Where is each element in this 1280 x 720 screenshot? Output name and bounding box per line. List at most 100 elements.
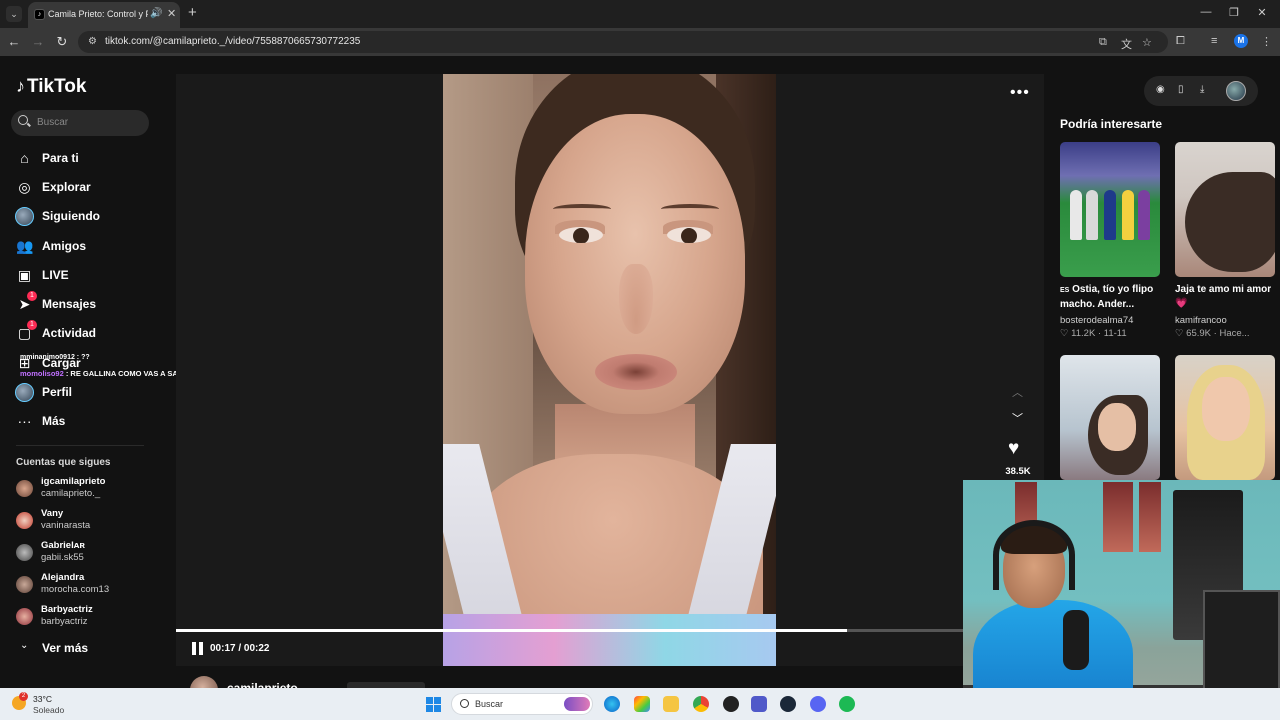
forward-icon[interactable]: → xyxy=(30,34,46,50)
author-name[interactable]: camilaprieto xyxy=(227,681,298,688)
edge-icon[interactable] xyxy=(604,696,620,712)
copilot-icon[interactable] xyxy=(634,696,650,712)
discord-icon[interactable] xyxy=(810,696,826,712)
new-tab-icon[interactable]: + xyxy=(188,4,197,21)
author-avatar[interactable] xyxy=(190,676,218,688)
following-account[interactable]: Vany vaninarasta xyxy=(16,508,166,534)
windows-start-icon[interactable] xyxy=(426,697,441,712)
weather-temp[interactable]: 33°C xyxy=(33,694,52,704)
thumbnail-username[interactable]: kamifrancoo xyxy=(1175,315,1227,326)
account-username: vaninarasta xyxy=(41,520,91,531)
reload-icon[interactable]: ↻ xyxy=(54,34,70,50)
video-player[interactable]: ••• ︿ ﹀ ♥ 38.5K 00:17 / 00:22 xyxy=(176,74,1044,666)
minimize-icon[interactable]: — xyxy=(1196,6,1216,18)
window-close-icon[interactable]: ✕ xyxy=(1252,6,1272,19)
video-person xyxy=(525,114,745,414)
back-icon[interactable]: ← xyxy=(6,34,22,50)
webcam-scene xyxy=(1063,610,1089,670)
pause-icon[interactable] xyxy=(192,642,204,655)
thumbnail-scene xyxy=(1138,190,1150,240)
browser-menu-icon[interactable]: ⋮ xyxy=(1261,35,1272,48)
phone-icon[interactable]: ▯ xyxy=(1178,84,1184,95)
thumbnail-username[interactable]: bosterodealma74 xyxy=(1060,315,1133,326)
avatar xyxy=(16,512,33,529)
obs-icon[interactable] xyxy=(723,696,739,712)
see-more-button[interactable]: ⌄ Ver más xyxy=(16,640,136,656)
nav-live[interactable]: ▣ LIVE xyxy=(16,265,156,287)
windows-taskbar: 2 33°C Soleado Buscar xyxy=(0,688,1280,720)
nav-mensajes[interactable]: ➤ 1 Mensajes xyxy=(16,291,156,316)
following-account[interactable]: Alejandra morocha.com13 xyxy=(16,572,166,598)
account-username: barbyactriz xyxy=(41,616,88,627)
more-options-icon[interactable]: ••• xyxy=(1010,84,1030,102)
recommendations-title: Podría interesarte xyxy=(1060,117,1163,131)
account-username: camilaprieto._ xyxy=(41,488,101,499)
video-progress-fill xyxy=(176,629,847,632)
nav-siguiendo[interactable]: Siguiendo xyxy=(15,206,156,228)
thumbnail-scene xyxy=(1185,172,1275,272)
nav-label: Para ti xyxy=(42,151,79,165)
user-avatar[interactable] xyxy=(1226,81,1246,101)
teams-icon[interactable] xyxy=(751,696,767,712)
chevron-up-icon[interactable]: ︿ xyxy=(1012,384,1023,400)
search-input[interactable]: Buscar xyxy=(11,110,149,136)
thumbnail-caption[interactable]: Jaja te amo mi amor 💗 xyxy=(1175,283,1280,311)
taskbar-search-label: Buscar xyxy=(475,699,504,709)
video-thumbnail[interactable] xyxy=(1175,355,1275,480)
media-controls-icon[interactable]: ≡ xyxy=(1211,35,1217,47)
video-thumbnail[interactable] xyxy=(1060,355,1160,480)
following-account[interactable]: Barbyactriz barbyactriz xyxy=(16,604,166,630)
account-name: Vany xyxy=(41,508,64,519)
thumbnail-caption[interactable]: ES Ostia, tío yo flipo macho. Ander... xyxy=(1060,283,1168,312)
like-heart-icon[interactable]: ♥ xyxy=(1008,438,1019,460)
video-thumbnail[interactable] xyxy=(1060,142,1160,277)
nav-label: Perfil xyxy=(42,385,73,399)
download-icon[interactable]: ⤓ xyxy=(1200,84,1204,95)
taskbar-search[interactable]: Buscar xyxy=(451,693,593,715)
weather-condition[interactable]: Soleado xyxy=(33,705,64,715)
coins-icon[interactable]: ◉ xyxy=(1156,84,1165,95)
video-frame[interactable] xyxy=(443,74,776,666)
speaker-icon[interactable]: 🔊 xyxy=(150,8,162,19)
restore-icon[interactable]: ❐ xyxy=(1224,6,1244,19)
following-section-title: Cuentas que sigues xyxy=(16,457,111,468)
chrome-icon[interactable] xyxy=(693,696,709,712)
nav-mas[interactable]: ··· Más xyxy=(16,411,156,433)
url-text[interactable]: tiktok.com/@camilaprieto._/video/7558870… xyxy=(105,36,360,47)
site-info-icon[interactable]: ⚙ xyxy=(88,36,97,47)
profile-avatar[interactable]: M xyxy=(1234,34,1248,48)
following-account[interactable]: igcamilaprieto camilaprieto._ xyxy=(16,476,166,502)
spotify-icon[interactable] xyxy=(839,696,855,712)
top-actions: ◉ ▯ ⤓ xyxy=(1144,76,1258,106)
file-explorer-icon[interactable] xyxy=(663,696,679,712)
tab-close-icon[interactable]: ✕ xyxy=(167,7,176,20)
nav-actividad[interactable]: ▢ 1 Actividad xyxy=(16,320,156,345)
nav-amigos[interactable]: 👥 Amigos xyxy=(16,236,156,258)
nav-explorar[interactable]: ◎ Explorar xyxy=(16,177,156,199)
webcam-scene xyxy=(993,520,1075,590)
thumbnail-scene xyxy=(1202,377,1250,441)
tiktok-logo[interactable]: ♪ TikTok xyxy=(16,76,86,98)
video-thumbnail[interactable] xyxy=(1175,142,1275,277)
bookmark-star-icon[interactable]: ☆ xyxy=(1142,36,1152,49)
address-bar[interactable]: ⚙ tiktok.com/@camilaprieto._/video/75588… xyxy=(78,31,1168,53)
chevron-down-icon[interactable]: ﹀ xyxy=(1012,410,1023,426)
install-app-icon[interactable]: ⧉ xyxy=(1099,36,1107,49)
following-account[interactable]: Gabrielᴀʀ gabii.sk55 xyxy=(16,540,166,566)
extensions-icon[interactable]: ⧠ xyxy=(1176,35,1185,48)
chat-message: mminanimo0912 : ?? xyxy=(20,354,90,361)
tab-search-icon[interactable]: ⌄ xyxy=(6,6,22,22)
windows-logo-pane xyxy=(426,697,433,704)
video-person xyxy=(619,264,653,334)
thumbnail-scene xyxy=(1122,190,1134,240)
video-progress-bar[interactable] xyxy=(176,629,1044,632)
chat-username: momoliso92 xyxy=(20,369,64,378)
avatar xyxy=(16,576,33,593)
nav-perfil[interactable]: Perfil xyxy=(15,382,156,404)
browser-tab[interactable]: ♪ Camila Prieto: Control y Pa 🔊 ✕ xyxy=(28,2,180,28)
thumbnail-stats: ♡ 65.9K · Hace... xyxy=(1175,328,1250,339)
nav-para-ti[interactable]: ⌂ Para ti xyxy=(16,148,156,170)
steam-icon[interactable] xyxy=(780,696,796,712)
heart-outline-icon: ♡ xyxy=(1060,328,1069,339)
translate-icon[interactable]: 文 xyxy=(1121,36,1132,52)
